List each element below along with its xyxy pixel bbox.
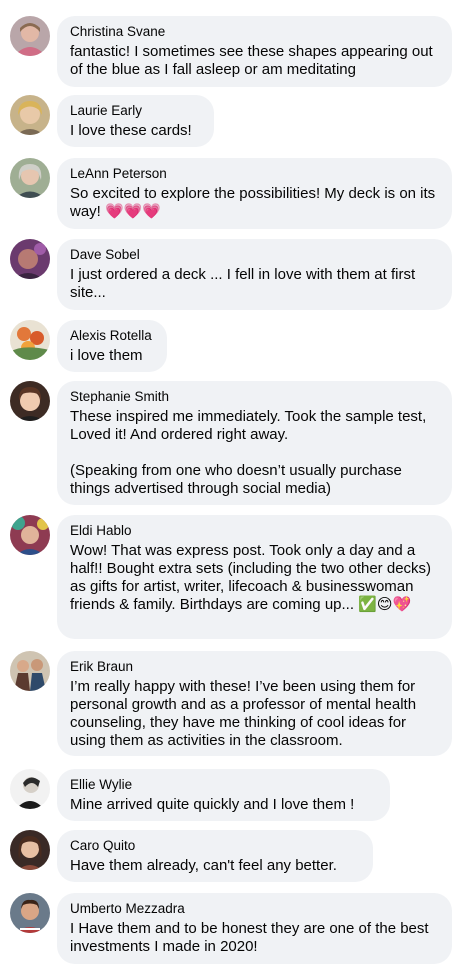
comment-text: These inspired me immediately. Took the … <box>70 408 427 497</box>
avatar[interactable] <box>10 893 50 933</box>
comment-bubble: Christina Svane fantastic! I sometimes s… <box>57 16 452 87</box>
comment-text: So excited to explore the possibilities!… <box>70 185 440 220</box>
comment-author[interactable]: Ellie Wylie <box>70 776 377 793</box>
comment-bubble: Dave Sobel I just ordered a deck ... I f… <box>57 239 452 310</box>
comment-author[interactable]: Christina Svane <box>70 23 439 40</box>
comment-author[interactable]: Laurie Early <box>70 102 201 119</box>
profile-photo-icon <box>10 651 50 691</box>
profile-photo-icon <box>10 893 50 933</box>
profile-photo-icon <box>10 16 50 56</box>
comment-text: i love them <box>70 347 143 364</box>
comment-bubble: Stephanie Smith These inspired me immedi… <box>57 381 452 505</box>
avatar[interactable] <box>10 769 50 809</box>
comment-text: Have them already, can't feel any better… <box>70 857 337 874</box>
comment-author[interactable]: Dave Sobel <box>70 246 439 263</box>
comment-bubble: Erik Braun I’m really happy with these! … <box>57 651 452 756</box>
avatar[interactable] <box>10 320 50 360</box>
avatar[interactable] <box>10 239 50 279</box>
avatar[interactable] <box>10 830 50 870</box>
profile-photo-icon <box>10 830 50 870</box>
avatar[interactable] <box>10 515 50 555</box>
comment-author[interactable]: Eldi Hablo <box>70 522 439 539</box>
comment-bubble: LeAnn Peterson So excited to explore the… <box>57 158 452 229</box>
comment-bubble: Ellie Wylie Mine arrived quite quickly a… <box>57 769 390 821</box>
profile-photo-icon <box>10 320 50 360</box>
comment-text: I Have them and to be honest they are on… <box>70 920 433 955</box>
avatar[interactable] <box>10 381 50 421</box>
comment-text: Wow! That was express post. Took only a … <box>70 542 436 613</box>
avatar[interactable] <box>10 95 50 135</box>
profile-photo-icon <box>10 769 50 809</box>
comment-bubble: Umberto Mezzadra I Have them and to be h… <box>57 893 452 964</box>
comment-author[interactable]: Alexis Rotella <box>70 327 154 344</box>
profile-photo-icon <box>10 158 50 198</box>
comment-text: I love these cards! <box>70 122 192 139</box>
comment-author[interactable]: Umberto Mezzadra <box>70 900 439 917</box>
profile-photo-icon <box>10 381 50 421</box>
comment-text: fantastic! I sometimes see these shapes … <box>70 43 437 78</box>
comment-text: I’m really happy with these! I’ve been u… <box>70 678 421 749</box>
profile-photo-icon <box>10 515 50 555</box>
avatar[interactable] <box>10 158 50 198</box>
profile-photo-icon <box>10 95 50 135</box>
comment-author[interactable]: Stephanie Smith <box>70 388 439 405</box>
comment-text: I just ordered a deck ... I fell in love… <box>70 266 420 301</box>
comment-author[interactable]: Erik Braun <box>70 658 439 675</box>
avatar[interactable] <box>10 651 50 691</box>
comment-bubble: Eldi Hablo Wow! That was express post. T… <box>57 515 452 639</box>
profile-photo-icon <box>10 239 50 279</box>
comment-bubble: Caro Quito Have them already, can't feel… <box>57 830 373 882</box>
comment-bubble: Laurie Early I love these cards! <box>57 95 214 147</box>
comment-author[interactable]: LeAnn Peterson <box>70 165 439 182</box>
comment-text: Mine arrived quite quickly and I love th… <box>70 796 355 813</box>
comment-bubble: Alexis Rotella i love them <box>57 320 167 372</box>
avatar[interactable] <box>10 16 50 56</box>
comment-author[interactable]: Caro Quito <box>70 837 360 854</box>
